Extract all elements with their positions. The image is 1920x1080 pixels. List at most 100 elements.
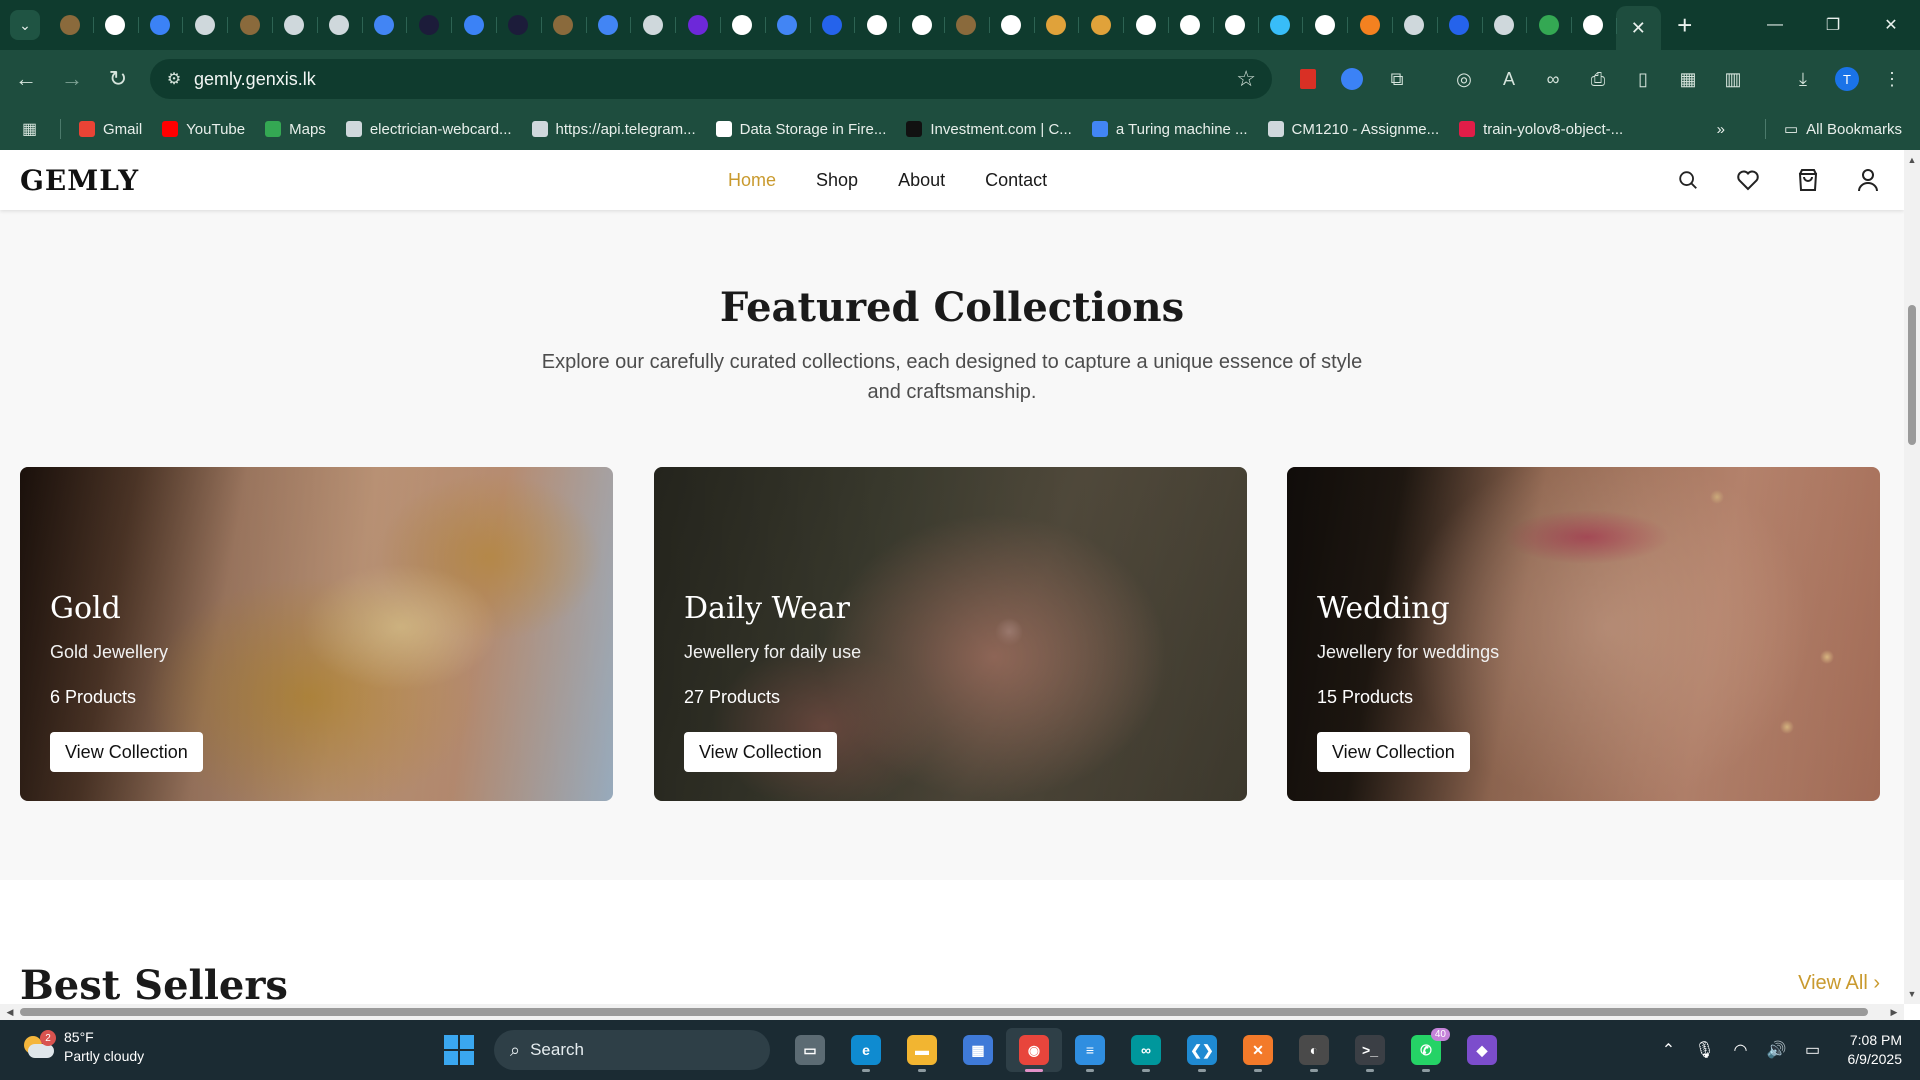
- link-icon[interactable]: ∞: [1537, 63, 1569, 95]
- browser-tab[interactable]: [361, 5, 407, 45]
- all-bookmarks-label[interactable]: All Bookmarks: [1806, 121, 1902, 138]
- bookmark-item[interactable]: Maps: [265, 121, 326, 138]
- translate-page-icon[interactable]: A: [1493, 63, 1525, 95]
- browser-tab[interactable]: [1481, 5, 1527, 45]
- view-collection-button[interactable]: View Collection: [1317, 732, 1470, 772]
- taskbar-search[interactable]: ⌕ Search: [494, 1030, 770, 1070]
- browser-tab[interactable]: [899, 5, 944, 45]
- view-collection-button[interactable]: View Collection: [684, 732, 837, 772]
- browser-tab[interactable]: [540, 5, 586, 45]
- browser-tab[interactable]: [1212, 5, 1258, 45]
- volume-icon[interactable]: 🔊: [1762, 1040, 1792, 1060]
- system-clock[interactable]: 7:08 PM 6/9/2025: [1848, 1031, 1903, 1069]
- nav-shop[interactable]: Shop: [816, 170, 858, 191]
- browser-tab[interactable]: [495, 5, 541, 45]
- view-collection-button[interactable]: View Collection: [50, 732, 203, 772]
- url-text[interactable]: gemly.genxis.lk: [194, 69, 316, 90]
- close-tab-icon[interactable]: ✕: [1631, 18, 1646, 39]
- browser-tab[interactable]: [1302, 5, 1347, 45]
- bookmark-item[interactable]: a Turing machine ...: [1091, 121, 1248, 138]
- taskbar-app-obs[interactable]: ◐: [1286, 1028, 1342, 1072]
- browser-tab[interactable]: [1123, 5, 1168, 45]
- browser-tab[interactable]: [1078, 5, 1123, 45]
- minimize-button[interactable]: —: [1746, 0, 1804, 50]
- profile-avatar[interactable]: T: [1831, 63, 1863, 95]
- horizontal-scroll-thumb[interactable]: [20, 1008, 1868, 1016]
- browser-tab[interactable]: [1391, 5, 1437, 45]
- browser-tab[interactable]: [1436, 5, 1482, 45]
- browser-tab[interactable]: [585, 5, 631, 45]
- restore-button[interactable]: ❐: [1804, 0, 1862, 50]
- close-window-button[interactable]: ✕: [1862, 0, 1920, 50]
- browser-tab[interactable]: [943, 5, 989, 45]
- browser-tab[interactable]: [1347, 5, 1392, 45]
- chevron-up-icon[interactable]: ⌃: [1654, 1040, 1684, 1060]
- taskbar-app-vscode[interactable]: ❮❯: [1174, 1028, 1230, 1072]
- browser-tab[interactable]: [719, 5, 765, 45]
- taskbar-app-chrome[interactable]: ◉: [1006, 1028, 1062, 1072]
- site-info-icon[interactable]: ⚙: [154, 69, 194, 89]
- collection-card-daily-wear[interactable]: Daily Wear Jewellery for daily use 27 Pr…: [654, 467, 1247, 801]
- apps-grid-icon[interactable]: ▦: [22, 119, 42, 139]
- browser-tab[interactable]: [406, 5, 451, 45]
- taskbar-app-whatsapp[interactable]: ✆ 40: [1398, 1028, 1454, 1072]
- nav-contact[interactable]: Contact: [985, 170, 1047, 191]
- qr-code-icon[interactable]: ▦: [1672, 63, 1704, 95]
- browser-tab[interactable]: [1167, 5, 1213, 45]
- battery-icon[interactable]: ▭: [1798, 1040, 1828, 1060]
- user-icon[interactable]: [1856, 168, 1880, 192]
- new-tab-button[interactable]: +: [1667, 7, 1703, 43]
- taskbar-app-file-explorer[interactable]: ▬: [894, 1028, 950, 1072]
- browser-tab[interactable]: [182, 5, 227, 45]
- browser-tab[interactable]: [764, 5, 810, 45]
- bookmark-item[interactable]: Data Storage in Fire...: [715, 121, 886, 138]
- collection-card-gold[interactable]: Gold Gold Jewellery 6 Products View Coll…: [20, 467, 613, 801]
- browser-tab[interactable]: [451, 5, 496, 45]
- taskbar-app-task-view[interactable]: ▭: [782, 1028, 838, 1072]
- shopping-bag-icon[interactable]: [1796, 168, 1820, 192]
- extensions-puzzle-icon[interactable]: ⧉: [1381, 63, 1413, 95]
- screenshot-icon[interactable]: ◎: [1448, 63, 1480, 95]
- address-bar[interactable]: ⚙ gemly.genxis.lk ☆: [150, 59, 1272, 99]
- bookmark-item[interactable]: Gmail: [79, 121, 142, 138]
- reload-button[interactable]: ↻: [98, 59, 138, 99]
- heart-icon[interactable]: [1736, 168, 1760, 192]
- taskbar-app-arduino[interactable]: ∞: [1118, 1028, 1174, 1072]
- browser-tab[interactable]: [675, 5, 720, 45]
- taskbar-app-xampp[interactable]: ✕: [1230, 1028, 1286, 1072]
- browser-tab[interactable]: [316, 5, 362, 45]
- extension-translate-icon[interactable]: [1336, 63, 1368, 95]
- bookmark-item[interactable]: YouTube: [162, 121, 245, 138]
- windows-start-icon[interactable]: [444, 1035, 474, 1065]
- browser-tab[interactable]: [854, 5, 899, 45]
- all-bookmarks[interactable]: » ▭ All Bookmarks: [1717, 119, 1902, 139]
- collection-card-wedding[interactable]: Wedding Jewellery for weddings 15 Produc…: [1287, 467, 1880, 801]
- browser-tab[interactable]: [227, 5, 272, 45]
- vertical-scrollbar[interactable]: ▲ ▼: [1904, 150, 1920, 1004]
- site-logo[interactable]: GEMLY: [20, 164, 139, 197]
- microphone-icon[interactable]: 🎙: [1690, 1040, 1720, 1060]
- extension-bookmark-icon[interactable]: [1292, 63, 1324, 95]
- vertical-scroll-thumb[interactable]: [1908, 305, 1916, 445]
- download-icon[interactable]: ⤓: [1787, 63, 1819, 95]
- bookmark-item[interactable]: CM1210 - Assignme...: [1267, 121, 1439, 138]
- scroll-down-arrow-icon[interactable]: ▼: [1904, 986, 1920, 1002]
- bookmark-item[interactable]: https://api.telegram...: [531, 121, 696, 138]
- browser-tab[interactable]: [137, 5, 183, 45]
- browser-tab[interactable]: [630, 5, 675, 45]
- taskbar-app-microsoft-store[interactable]: ▦: [950, 1028, 1006, 1072]
- browser-tab[interactable]: [1526, 5, 1571, 45]
- forward-button[interactable]: →: [52, 59, 92, 99]
- scroll-up-arrow-icon[interactable]: ▲: [1904, 152, 1920, 168]
- browser-tab[interactable]: [988, 5, 1034, 45]
- horizontal-scrollbar[interactable]: ◀ ▶: [0, 1004, 1904, 1020]
- print-icon[interactable]: ⎙: [1582, 63, 1614, 95]
- bookmark-item[interactable]: Investment.com | C...: [906, 121, 1072, 138]
- taskbar-app-edge[interactable]: e: [838, 1028, 894, 1072]
- side-panel-icon[interactable]: ▥: [1717, 63, 1749, 95]
- browser-tab[interactable]: [92, 5, 138, 45]
- tab-search-button[interactable]: ⌄: [10, 10, 40, 40]
- bookmark-item[interactable]: electrician-webcard...: [345, 121, 512, 138]
- bookmark-star-icon[interactable]: ☆: [1236, 66, 1256, 92]
- back-button[interactable]: ←: [6, 59, 46, 99]
